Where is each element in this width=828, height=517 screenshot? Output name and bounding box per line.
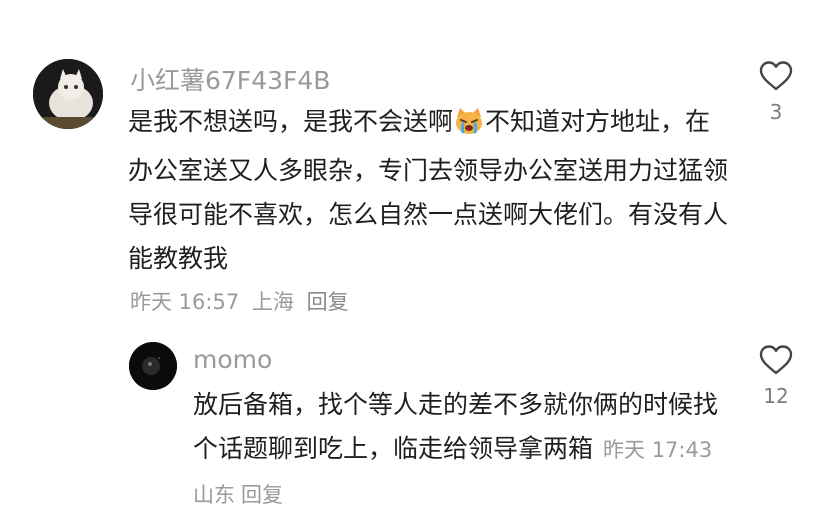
reply-button[interactable]: 回复 (241, 483, 283, 507)
reply-location: 山东 (193, 483, 235, 507)
comment-text: 是我不想送吗，是我不会送啊 不知道对方地址，在办公室送又人多眼杂，专门去领导办公… (128, 105, 729, 273)
reply-text: 放后备箱，找个等人走的差不多就你俩的时候找个话题聊到吃上，临走给领导拿两箱 昨天 … (193, 390, 719, 507)
like-button[interactable]: 3 (746, 60, 806, 124)
like-count: 12 (763, 384, 789, 408)
reply-username[interactable]: momo (193, 345, 272, 374)
commenter-avatar[interactable] (33, 59, 103, 129)
like-button[interactable]: 12 (746, 344, 806, 408)
like-count: 3 (769, 100, 783, 124)
reply-button[interactable]: 回复 (307, 290, 349, 314)
heart-icon[interactable] (759, 60, 793, 92)
reply-avatar[interactable] (129, 342, 177, 390)
commenter-username[interactable]: 小红薯67F43F4B (130, 61, 330, 97)
reply-time: 昨天 17:43 (603, 438, 713, 462)
heart-icon[interactable] (759, 344, 793, 376)
comment-location: 上海 (251, 290, 294, 314)
crying-cat-emoji-icon (454, 105, 484, 149)
comment-meta: 昨天 16:57 上海 回复 (130, 286, 355, 316)
comment-time: 昨天 16:57 (130, 290, 240, 314)
